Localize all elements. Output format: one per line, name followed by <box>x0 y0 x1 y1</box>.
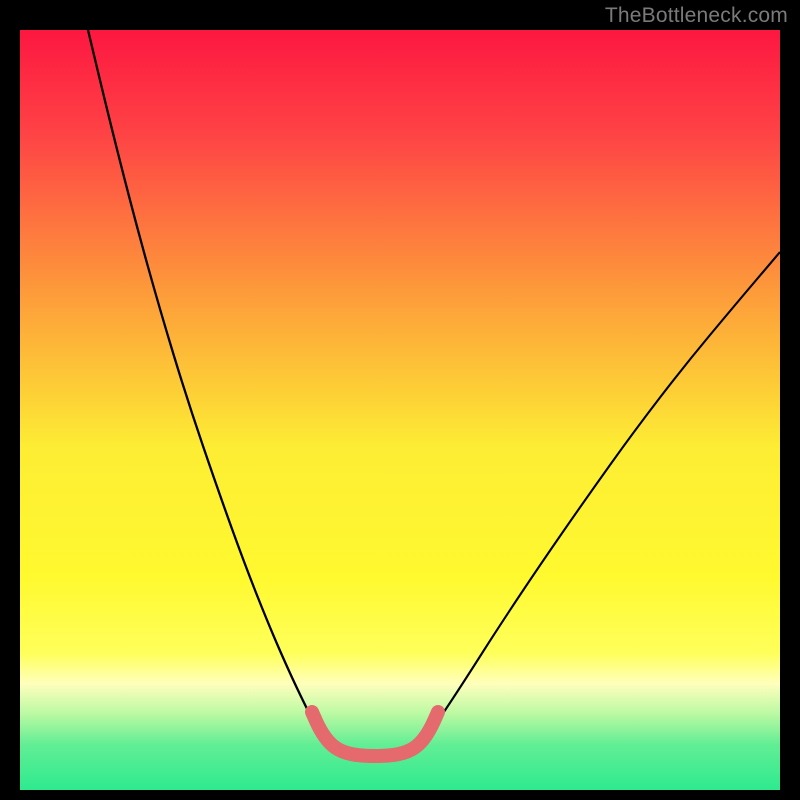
right-curve <box>428 252 780 735</box>
bottom-bracket <box>312 712 438 756</box>
left-curve <box>88 30 320 735</box>
chart-frame: TheBottleneck.com <box>0 0 800 800</box>
plot-area <box>20 30 780 790</box>
watermark-text: TheBottleneck.com <box>605 4 788 28</box>
curves-layer <box>20 30 780 790</box>
